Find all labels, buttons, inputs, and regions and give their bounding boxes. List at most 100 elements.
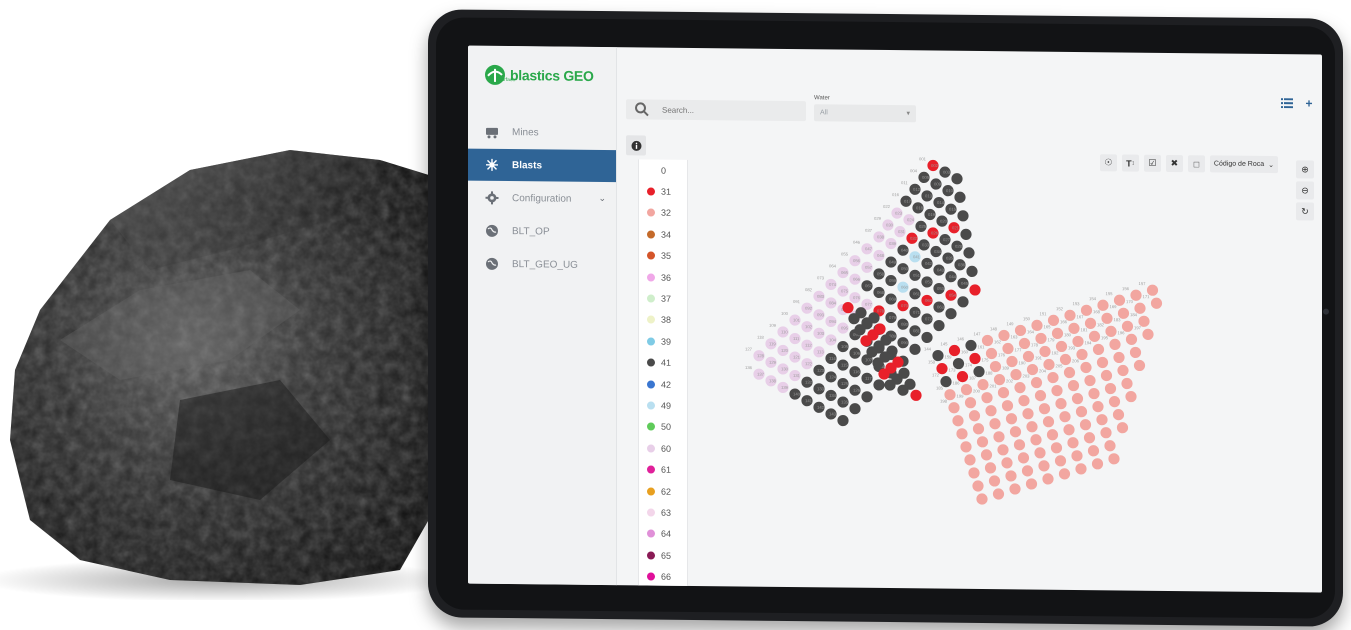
blast-hole[interactable]: [1125, 390, 1137, 403]
blast-hole[interactable]: [1117, 364, 1129, 377]
blast-hole-label: 133: [817, 386, 825, 391]
blast-hole[interactable]: [1059, 411, 1071, 423]
blast-hole-label: 070: [901, 303, 909, 308]
blast-hole[interactable]: [1075, 463, 1087, 475]
blast-hole[interactable]: [1022, 408, 1034, 420]
blast-hole[interactable]: [976, 436, 989, 448]
blast-hole[interactable]: 201: [990, 383, 1010, 399]
blast-hole[interactable]: [1091, 458, 1104, 470]
blast-hole[interactable]: [1038, 403, 1051, 415]
blast-hole[interactable]: [1054, 455, 1067, 467]
blast-hole[interactable]: [988, 475, 1001, 487]
blast-hole[interactable]: [985, 405, 997, 417]
blast-hole[interactable]: [1055, 398, 1067, 410]
blast-hole[interactable]: [1013, 439, 1026, 451]
blast-hole[interactable]: [1067, 437, 1079, 449]
blast-hole-marker: [964, 397, 977, 409]
blast-hole-label: 076: [853, 295, 861, 300]
blast-hole[interactable]: [980, 449, 993, 461]
blast-hole[interactable]: [1042, 473, 1054, 485]
blast-hole[interactable]: [992, 488, 1005, 500]
blast-hole[interactable]: [1051, 384, 1063, 397]
blast-hole[interactable]: [997, 444, 1009, 456]
blast-hole[interactable]: [1026, 421, 1038, 433]
blast-hole[interactable]: 194: [1085, 340, 1105, 356]
blast-hole[interactable]: 202: [1006, 378, 1026, 394]
blast-hole[interactable]: 203: [1023, 373, 1043, 389]
blast-hole[interactable]: [1050, 442, 1063, 454]
blast-hole[interactable]: [1042, 416, 1055, 428]
blast-hole[interactable]: [1121, 377, 1133, 390]
blast-hole[interactable]: [1096, 414, 1108, 426]
blast-hole[interactable]: 199: [957, 394, 977, 409]
blast-hole[interactable]: [993, 431, 1005, 443]
blast-hole[interactable]: [984, 462, 997, 474]
blast-hole[interactable]: [989, 418, 1001, 430]
blast-hole-label: 146: [957, 336, 965, 341]
blast-hole[interactable]: [1087, 445, 1100, 457]
blast-hole[interactable]: [1129, 346, 1142, 359]
blast-hole[interactable]: [1104, 382, 1117, 395]
blast-hole[interactable]: [1075, 406, 1088, 418]
blast-hole[interactable]: [972, 480, 984, 492]
blast-hole[interactable]: [972, 423, 985, 435]
blast-hole[interactable]: [1038, 460, 1050, 472]
blast-hole[interactable]: [1030, 434, 1042, 446]
blast-hole[interactable]: 200: [973, 389, 993, 404]
blast-hole[interactable]: [1071, 393, 1084, 405]
blast-hole[interactable]: [1083, 432, 1096, 444]
blast-hole[interactable]: [1096, 356, 1109, 369]
blast-hole[interactable]: 197: [1134, 325, 1154, 340]
blast-hole[interactable]: [910, 389, 922, 401]
blast-hole[interactable]: 204: [1039, 368, 1059, 384]
blast-hole[interactable]: 171: [1143, 294, 1163, 309]
blast-hole[interactable]: [960, 441, 972, 453]
blast-hole[interactable]: [1058, 468, 1071, 480]
blast-hole[interactable]: 206: [1072, 358, 1092, 374]
blast-hole[interactable]: [1112, 409, 1125, 421]
blast-hole[interactable]: [1116, 422, 1129, 434]
blast-hole[interactable]: [1018, 395, 1030, 407]
blast-hole[interactable]: 196: [1118, 330, 1138, 345]
blast-hole-label: 067: [865, 283, 873, 288]
blast-hole[interactable]: [1021, 465, 1034, 477]
blast-hole[interactable]: [952, 415, 964, 427]
blast-hole[interactable]: [1113, 351, 1125, 364]
blast-hole[interactable]: 198: [940, 399, 960, 414]
blast-hole[interactable]: [1133, 359, 1146, 372]
blast-hole-label: 199: [957, 394, 965, 399]
blast-hole[interactable]: [1034, 390, 1047, 402]
blast-hole[interactable]: 195: [1101, 335, 1121, 351]
blast-hole[interactable]: 205: [1056, 363, 1076, 379]
blast-hole[interactable]: [964, 454, 976, 466]
blast-hole[interactable]: [1009, 426, 1022, 438]
blast-hole[interactable]: [1100, 369, 1113, 382]
blast-hole[interactable]: [1104, 440, 1116, 452]
blast-hole[interactable]: [1067, 379, 1080, 392]
blast-hole[interactable]: [1100, 427, 1112, 439]
blast-hole[interactable]: [1005, 413, 1018, 425]
blast-hole[interactable]: [1071, 450, 1083, 462]
blast-hole[interactable]: [968, 467, 980, 479]
blast-hole[interactable]: [1108, 395, 1121, 408]
blast-hole[interactable]: [1079, 419, 1092, 431]
blast-hole[interactable]: [1005, 470, 1017, 482]
blast-hole[interactable]: [976, 493, 988, 505]
blast-hole[interactable]: [968, 410, 981, 422]
blast-hole[interactable]: [1084, 374, 1096, 387]
blast-hole[interactable]: [1092, 401, 1104, 413]
blast-hole[interactable]: [1034, 447, 1046, 459]
blast-hole-label: 151: [1040, 311, 1048, 316]
blast-hole[interactable]: [1108, 453, 1120, 465]
blast-hole[interactable]: [1046, 429, 1059, 441]
blast-hole[interactable]: [1025, 478, 1038, 490]
blast-hole[interactable]: [1001, 457, 1013, 469]
blast-hole-label: 044: [949, 274, 957, 279]
blast-hole[interactable]: [956, 428, 968, 440]
blast-hole[interactable]: [1001, 400, 1014, 412]
blast-hole-map[interactable]: 001 002 003 004 005 009 010 011 012 013 014 015 016 0…: [468, 46, 1322, 593]
blast-hole[interactable]: [1009, 483, 1021, 495]
blast-hole[interactable]: [1017, 452, 1030, 464]
blast-hole[interactable]: [1063, 424, 1075, 436]
blast-hole[interactable]: [1088, 387, 1100, 400]
